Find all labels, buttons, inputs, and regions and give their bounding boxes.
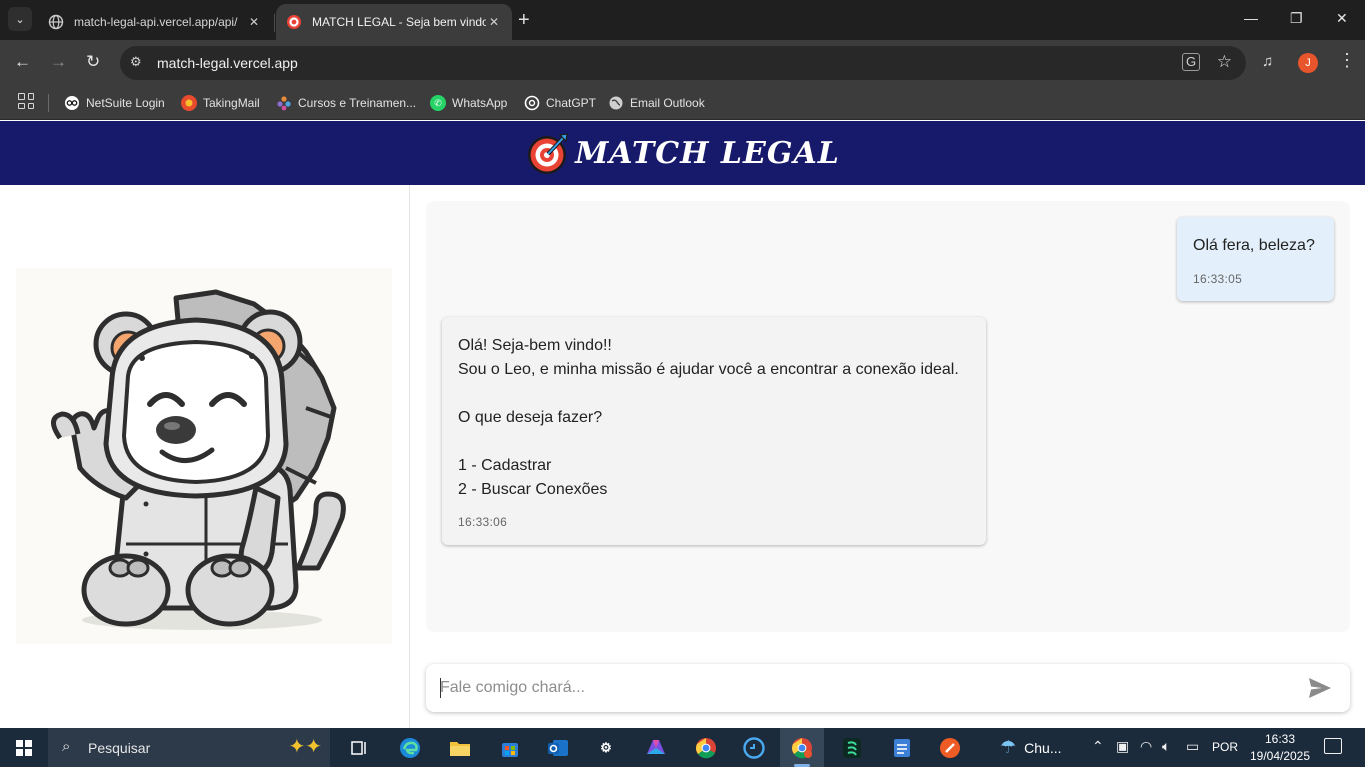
- bot-message-bubble: Olá! Seja-bem vindo!! Sou o Leo, e minha…: [442, 317, 986, 545]
- bookmark-chatgpt[interactable]: ChatGPT: [524, 92, 596, 114]
- restore-icon[interactable]: ❐: [1290, 10, 1303, 27]
- system-clock[interactable]: 16:33 19/04/2025: [1248, 731, 1312, 765]
- bookmark-label: TakingMail: [203, 96, 260, 110]
- menu-dots-icon[interactable]: ⋮: [1338, 50, 1356, 71]
- globe-icon: [48, 14, 64, 30]
- tab-title: MATCH LEGAL - Seja bem vindo: [312, 15, 486, 29]
- translate-icon[interactable]: G: [1182, 53, 1200, 71]
- globe-icon: [608, 95, 624, 111]
- message-timestamp: 16:33:05: [1193, 272, 1243, 286]
- notepad-icon[interactable]: [888, 734, 916, 762]
- search-icon: ⌕: [62, 738, 71, 755]
- address-bar[interactable]: ⚙ match-legal.vercel.app G ☆: [120, 46, 1246, 80]
- minimize-icon[interactable]: —: [1244, 10, 1258, 26]
- bookmark-takingmail[interactable]: TakingMail: [181, 92, 260, 114]
- bookmark-label: NetSuite Login: [86, 96, 165, 110]
- netsuite-icon: [64, 95, 80, 111]
- robot-lion-mascot-icon: [51, 289, 346, 630]
- dev-app-icon[interactable]: [838, 734, 866, 762]
- chat-messages-area[interactable]: Olá fera, beleza? 16:33:05 Olá! Seja-bem…: [426, 201, 1350, 632]
- tab-separator: [274, 14, 275, 32]
- chrome-icon[interactable]: [692, 734, 720, 762]
- notifications-icon[interactable]: [1324, 738, 1342, 754]
- site-info-icon[interactable]: ⚙: [130, 54, 142, 70]
- windows-start-icon[interactable]: [16, 740, 32, 756]
- bookmark-netsuite[interactable]: NetSuite Login: [64, 92, 165, 114]
- url-text[interactable]: match-legal.vercel.app: [157, 55, 298, 71]
- tray-overflow-chevron-icon[interactable]: ⌃: [1092, 738, 1104, 755]
- task-view-icon[interactable]: [346, 734, 374, 762]
- weather-widget[interactable]: ☂ Chu...: [1000, 737, 1062, 758]
- bookmark-courses[interactable]: Cursos e Treinamen...: [276, 92, 416, 114]
- wifi-icon[interactable]: ◠: [1140, 738, 1152, 755]
- bookmark-label: ChatGPT: [546, 96, 597, 110]
- taskbar-search[interactable]: ⌕ Pesquisar ✦✦: [48, 728, 330, 767]
- outlook-icon[interactable]: [544, 734, 572, 762]
- tab-api[interactable]: match-legal-api.vercel.app/api/ ✕: [38, 4, 272, 40]
- close-window-icon[interactable]: ✕: [1336, 10, 1348, 27]
- bookmarks-separator: [48, 94, 49, 112]
- chatgpt-icon: [524, 95, 540, 111]
- takingmail-icon: [181, 95, 197, 111]
- screen-snip-icon[interactable]: [740, 734, 768, 762]
- back-arrow-icon[interactable]: ←: [14, 52, 31, 72]
- media-control-icon[interactable]: ♫: [1262, 53, 1273, 70]
- rain-umbrella-icon: ☂: [1000, 737, 1017, 757]
- m365-icon[interactable]: [642, 734, 670, 762]
- send-icon[interactable]: [1308, 677, 1332, 699]
- clock-time: 16:33: [1264, 732, 1296, 746]
- apps-grid-icon[interactable]: [18, 93, 34, 109]
- forward-arrow-icon[interactable]: →: [50, 52, 67, 72]
- chat-message-input[interactable]: [440, 676, 1280, 700]
- battery-icon[interactable]: ▭: [1186, 738, 1199, 755]
- new-tab-icon[interactable]: +: [518, 9, 530, 31]
- browser-toolbar: ← → ↻ ⚙ match-legal.vercel.app G ☆ ♫ J ⋮: [0, 40, 1365, 86]
- bookmark-email-outlook[interactable]: Email Outlook: [608, 92, 705, 114]
- mascot-panel: [0, 185, 410, 728]
- message-timestamp: 16:33:06: [458, 515, 508, 529]
- file-explorer-icon[interactable]: [446, 734, 474, 762]
- brand-name: MATCH LEGAL: [575, 135, 840, 171]
- postman-icon[interactable]: [936, 734, 964, 762]
- target-logo-icon: [528, 133, 568, 174]
- tab-search-button[interactable]: ⌄: [8, 7, 32, 31]
- taskbar-search-label: Pesquisar: [88, 740, 151, 756]
- profile-avatar[interactable]: J: [1298, 53, 1318, 73]
- bookmark-label: Cursos e Treinamen...: [298, 96, 417, 110]
- reload-icon[interactable]: ↻: [86, 52, 100, 72]
- settings-gear-icon[interactable]: ⚙: [592, 734, 620, 762]
- bookmarks-bar: NetSuite Login TakingMail Cursos e Trein…: [0, 86, 1365, 120]
- bookmark-label: Email Outlook: [630, 96, 705, 110]
- edge-icon[interactable]: [396, 734, 424, 762]
- message-text: Olá! Seja-bem vindo!! Sou o Leo, e minha…: [458, 337, 959, 498]
- windows-taskbar: ⌕ Pesquisar ✦✦ ⚙ ☂ Chu... ⌃ ▣ ◠ 🔈︎ ▭ POR…: [0, 728, 1365, 767]
- weather-text: Chu...: [1024, 739, 1062, 756]
- whatsapp-icon: ✆: [430, 95, 446, 111]
- store-icon[interactable]: [496, 734, 524, 762]
- mascot-image: [16, 268, 392, 644]
- tab-match-legal[interactable]: MATCH LEGAL - Seja bem vindo ✕: [276, 4, 512, 40]
- tray-app-icon[interactable]: ▣: [1116, 738, 1129, 755]
- clock-date: 19/04/2025: [1249, 749, 1311, 763]
- message-text: Olá fera, beleza?: [1193, 237, 1315, 254]
- chrome-profile-icon[interactable]: [788, 734, 816, 762]
- bookmark-label: WhatsApp: [452, 96, 508, 110]
- app-header: MATCH LEGAL: [0, 121, 1365, 185]
- bookmark-star-icon[interactable]: ☆: [1217, 52, 1232, 72]
- input-language[interactable]: POR: [1212, 740, 1238, 754]
- user-message-bubble: Olá fera, beleza? 16:33:05: [1177, 217, 1334, 301]
- volume-icon[interactable]: 🔈︎: [1162, 738, 1170, 755]
- courses-icon: [276, 95, 292, 111]
- bookmark-whatsapp[interactable]: ✆ WhatsApp: [430, 92, 507, 114]
- target-favicon-icon: [286, 14, 302, 30]
- browser-tab-bar: ⌄ match-legal-api.vercel.app/api/ ✕ MATC…: [0, 0, 1365, 40]
- tab-title: match-legal-api.vercel.app/api/: [74, 15, 238, 29]
- chat-input-bar: [426, 664, 1350, 712]
- copilot-sparkle-icon: ✦✦: [288, 736, 322, 758]
- close-tab-icon[interactable]: ✕: [246, 15, 262, 29]
- close-tab-icon[interactable]: ✕: [486, 15, 502, 29]
